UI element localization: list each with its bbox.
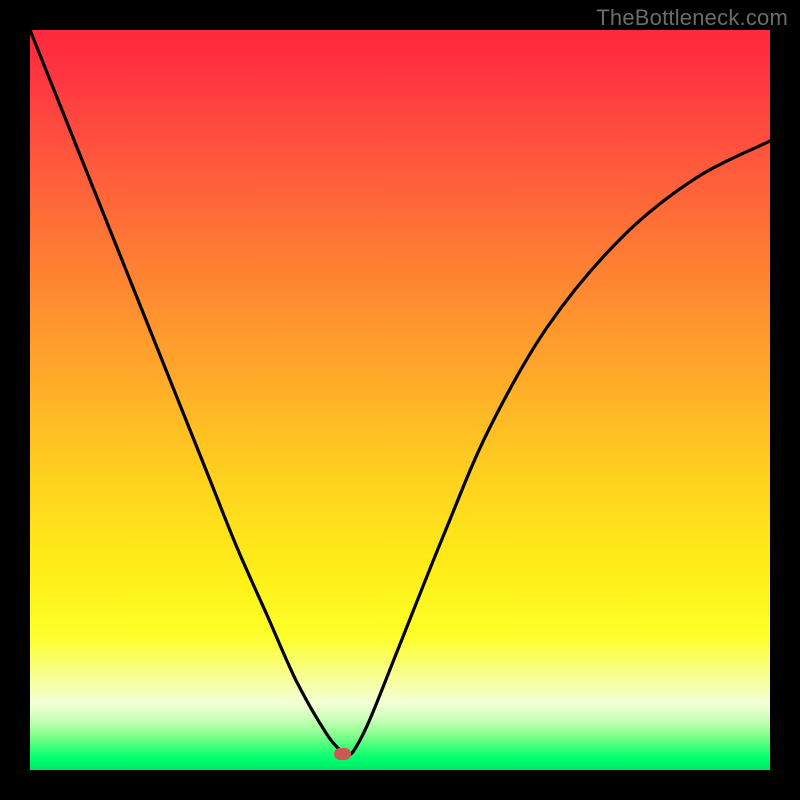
chart-plot-area xyxy=(30,30,770,770)
bottleneck-curve-path xyxy=(30,30,770,755)
curve-svg xyxy=(30,30,770,770)
watermark-text: TheBottleneck.com xyxy=(596,5,788,31)
optimum-marker xyxy=(334,748,351,760)
